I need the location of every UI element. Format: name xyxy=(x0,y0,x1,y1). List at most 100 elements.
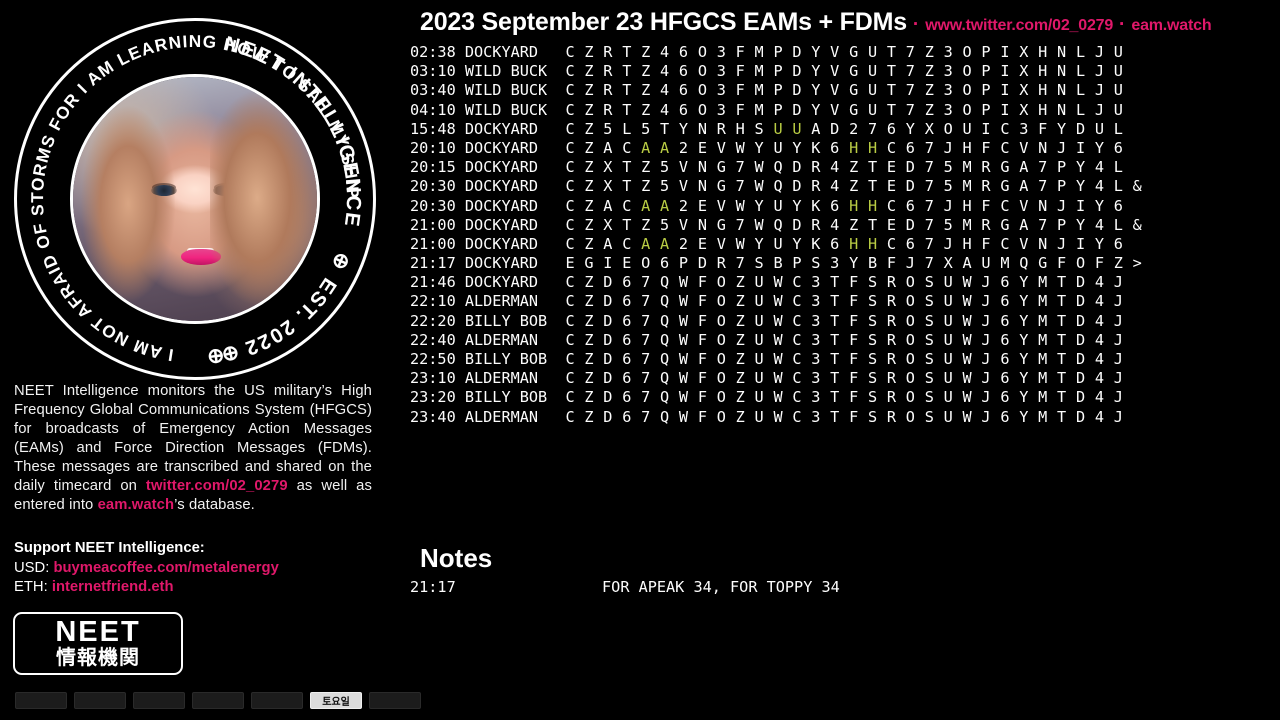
message-char: O xyxy=(1075,254,1095,273)
message-char: J xyxy=(981,311,1001,330)
message-char: 5 xyxy=(943,158,963,177)
message-char: M xyxy=(962,177,982,196)
message-char: L xyxy=(1075,81,1095,100)
taskbar-button[interactable]: 토요일 xyxy=(310,692,362,709)
message-char: R xyxy=(886,388,906,407)
message-char: V xyxy=(716,234,736,253)
message-char: Y xyxy=(1019,350,1039,368)
message-char-highlighted: A xyxy=(660,196,679,215)
message-char: M xyxy=(1038,292,1058,311)
message-char: 7 xyxy=(924,215,944,234)
description-twitter-link[interactable]: twitter.com/02_0279 xyxy=(146,478,288,494)
message-char: 4 xyxy=(1094,273,1114,292)
message-char: N xyxy=(1038,196,1058,215)
message-char: Z xyxy=(735,292,755,311)
message-char: T xyxy=(1057,350,1076,368)
message-char: C xyxy=(565,62,585,81)
support-usd-link[interactable]: buymeacoffee.com/metalenergy xyxy=(53,560,278,576)
message-char: J xyxy=(1113,292,1124,311)
message-body: C Z D 6 7 Q W F O Z U W C 3 T F S R O S … xyxy=(565,273,1123,291)
message-char: A xyxy=(811,119,831,138)
message-char: R xyxy=(603,81,623,100)
message-char: C xyxy=(565,407,585,426)
message-char: O xyxy=(716,388,736,407)
description-eam-link[interactable]: eam.watch xyxy=(98,497,175,513)
message-char: M xyxy=(754,62,774,81)
message-char: C xyxy=(565,234,585,253)
neet-logo-badge: NEET 情報機関 xyxy=(13,612,183,675)
support-section: Support NEET Intelligence: USD: buymeaco… xyxy=(14,539,374,598)
message-char: 3 xyxy=(811,330,831,349)
support-eth-link[interactable]: internetfriend.eth xyxy=(52,579,174,595)
message-char: S xyxy=(867,330,887,349)
message-station: DOCKYARD xyxy=(464,196,566,215)
message-char: G xyxy=(1000,177,1020,196)
message-char: U xyxy=(943,350,963,368)
message-char: F xyxy=(697,273,717,292)
message-char: 3 xyxy=(716,62,736,81)
message-char: 6 xyxy=(1000,311,1020,330)
header-twitter-link[interactable]: www.twitter.com/02_0279 xyxy=(925,17,1113,35)
message-char: Q xyxy=(660,273,679,292)
message-char: G xyxy=(849,81,868,100)
message-char: R xyxy=(886,407,906,426)
message-char: S xyxy=(867,292,887,311)
message-char: D xyxy=(830,119,850,138)
message-char: A xyxy=(1019,215,1039,234)
message-char: C xyxy=(565,388,585,407)
message-char: R xyxy=(886,273,906,292)
message-char: W xyxy=(678,388,698,407)
message-char: 4 xyxy=(660,81,679,100)
message-char: C xyxy=(565,158,585,177)
message-char: O xyxy=(697,62,717,81)
taskbar-button[interactable] xyxy=(369,692,421,709)
taskbar-button[interactable] xyxy=(133,692,185,709)
message-body: C Z D 6 7 Q W F O Z U W C 3 T F S R O S … xyxy=(565,388,1123,406)
message-char: Y xyxy=(678,119,698,138)
message-station: BILLY BOB xyxy=(464,311,566,330)
message-char: F xyxy=(849,407,868,426)
message-char: V xyxy=(716,196,736,215)
message-time: 21:00 xyxy=(410,215,465,234)
message-char: J xyxy=(981,292,1001,311)
message-char: H xyxy=(1038,62,1058,81)
taskbar-button[interactable] xyxy=(74,692,126,709)
message-char: C xyxy=(565,177,585,196)
message-char: Z xyxy=(735,350,755,368)
message-char: 3 xyxy=(716,100,736,119)
message-char: G xyxy=(716,158,736,177)
message-station: ALDERMAN xyxy=(464,407,566,426)
message-char: P xyxy=(1057,177,1076,196)
message-char: P xyxy=(773,62,793,81)
message-char: X xyxy=(1019,43,1039,61)
message-body: C Z X T Z 5 V N G 7 W Q D R 4 Z T E D 7 … xyxy=(565,177,1142,195)
header-eam-link[interactable]: eam.watch xyxy=(1131,17,1211,35)
message-char: F xyxy=(697,311,717,330)
message-char-highlighted: A xyxy=(641,138,660,157)
message-char: O xyxy=(962,62,982,81)
taskbar-button[interactable] xyxy=(192,692,244,709)
message-time: 03:40 xyxy=(410,81,465,100)
message-char: M xyxy=(1038,350,1058,368)
message-char: J xyxy=(981,388,1001,407)
taskbar-button[interactable] xyxy=(251,692,303,709)
message-char: M xyxy=(754,43,774,61)
description-paragraph: NEET Intelligence monitors the US milita… xyxy=(14,382,372,516)
message-char: R xyxy=(811,177,831,196)
message-char: Y xyxy=(792,196,812,215)
message-char: N xyxy=(697,119,717,138)
message-char: O xyxy=(905,330,925,349)
message-char: F xyxy=(849,350,868,368)
message-char: Z xyxy=(924,43,944,61)
message-time: 21:46 xyxy=(410,273,465,292)
message-time: 23:40 xyxy=(410,407,465,426)
message-char: T xyxy=(1057,311,1076,330)
message-char: X xyxy=(603,177,623,196)
message-char: D xyxy=(603,311,623,330)
message-char: Z xyxy=(584,100,604,119)
message-char: Y xyxy=(811,100,831,119)
message-char: 5 xyxy=(943,215,963,234)
message-char: W xyxy=(735,234,755,253)
message-char: C xyxy=(565,311,585,330)
taskbar-button[interactable] xyxy=(15,692,67,709)
